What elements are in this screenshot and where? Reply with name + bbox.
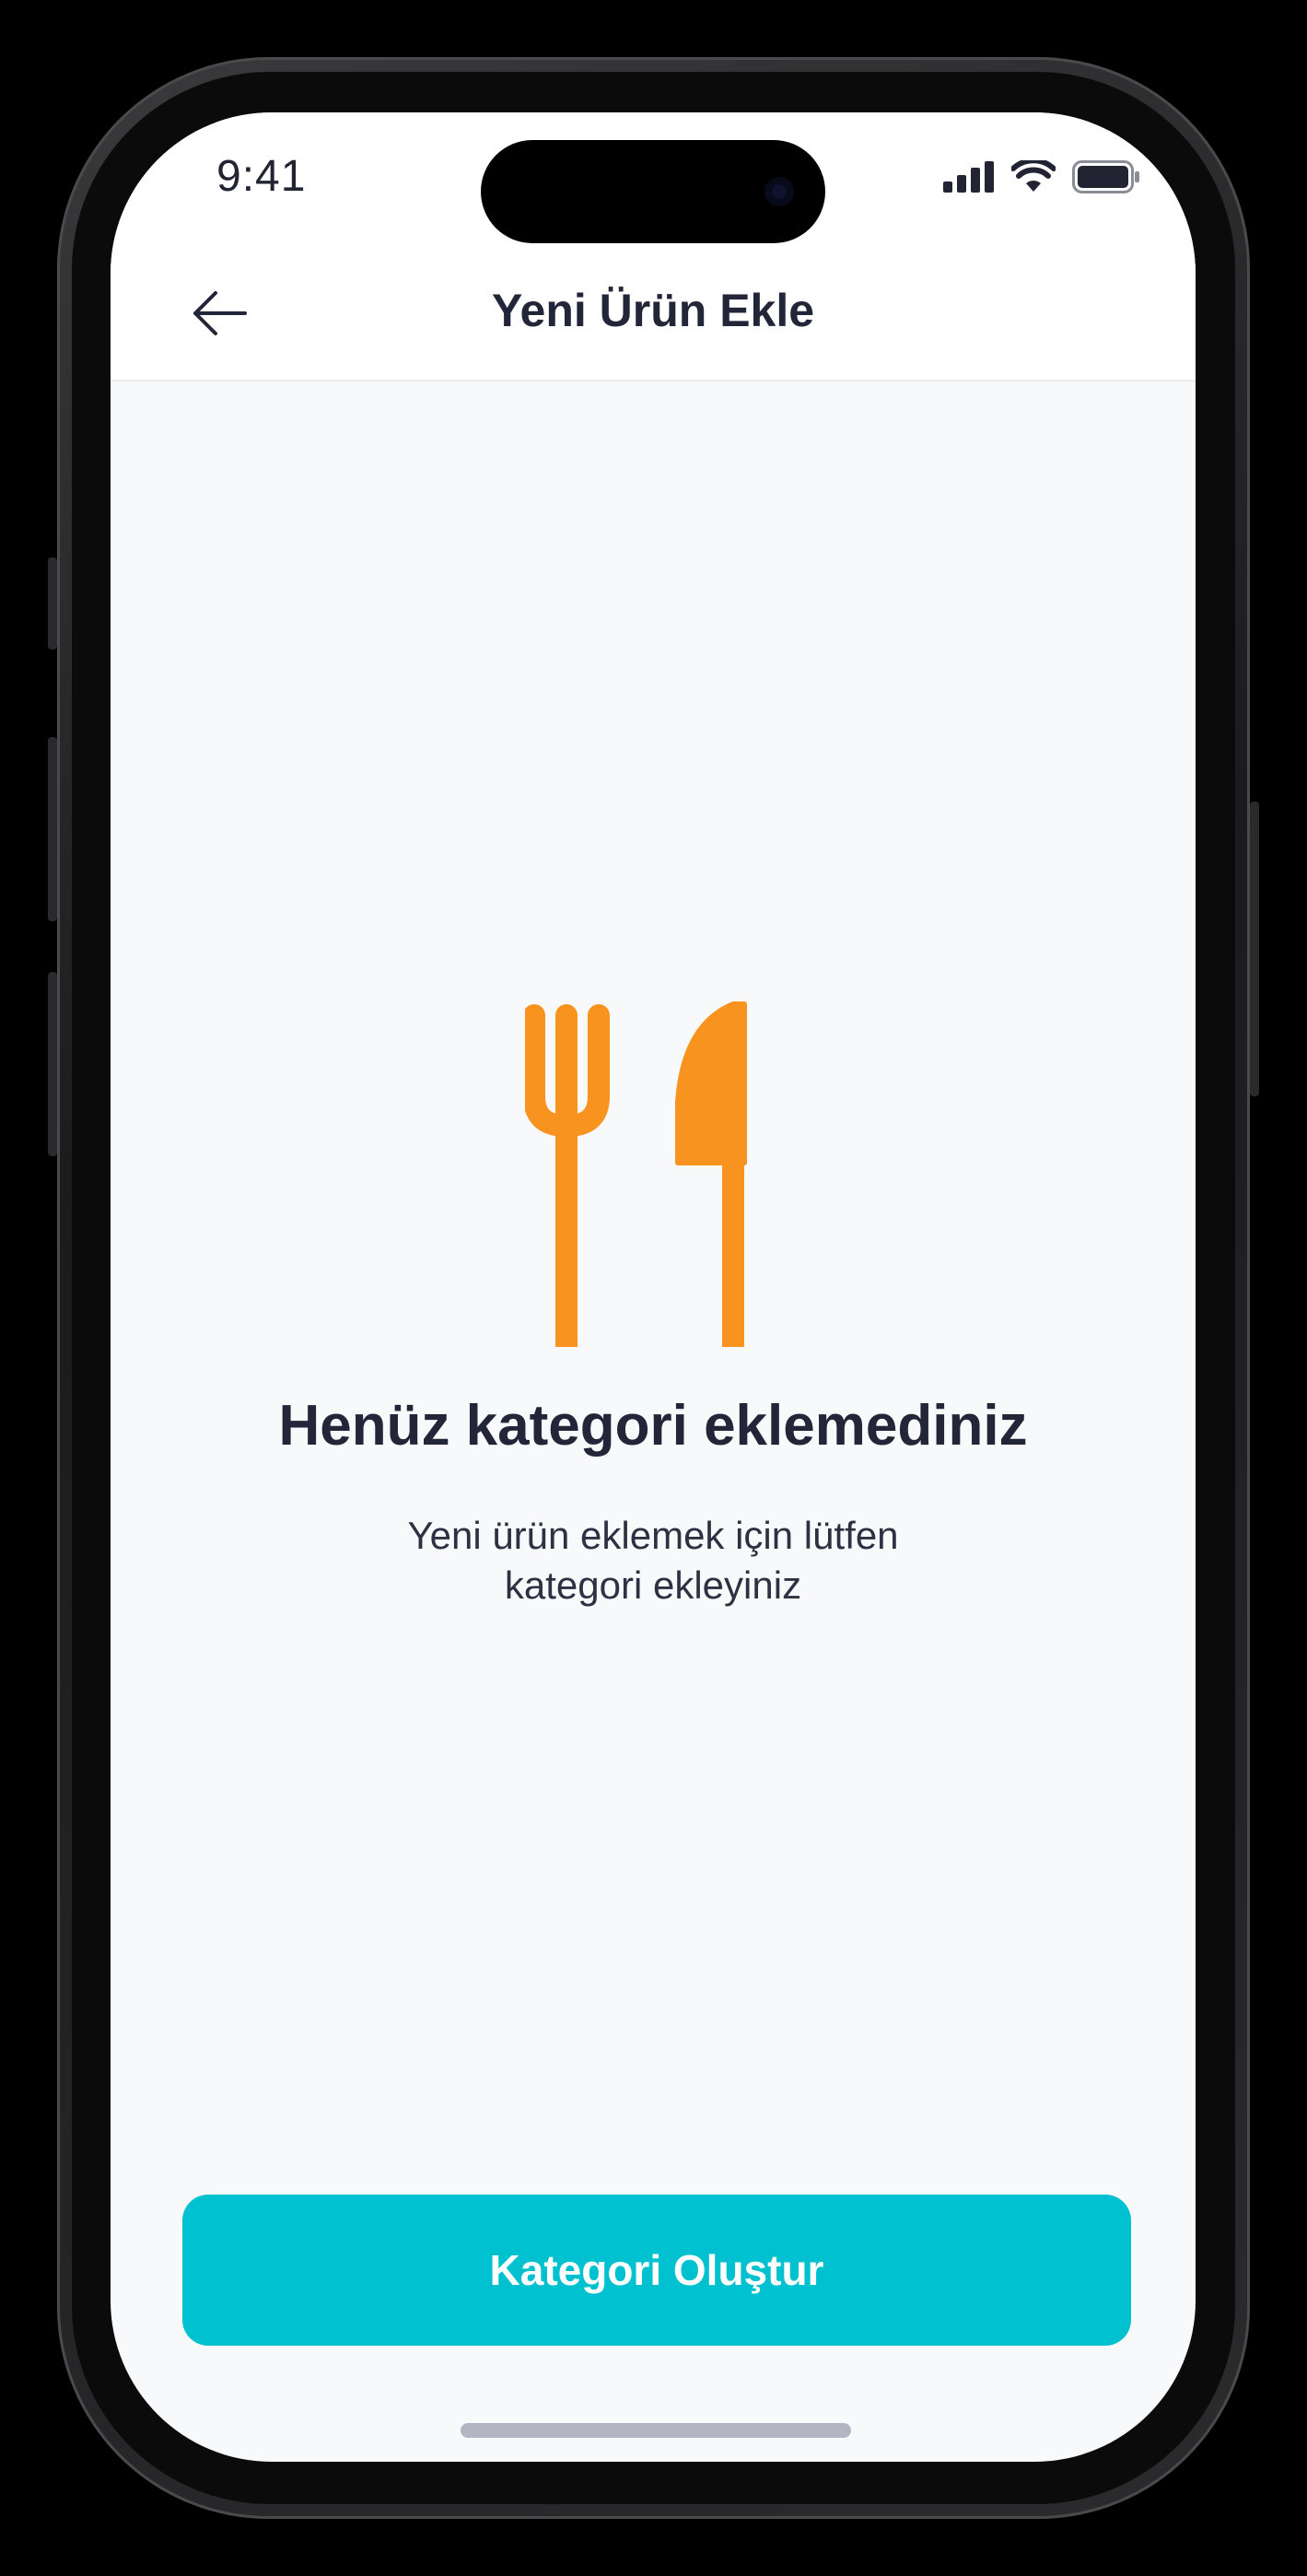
fork-knife-icon	[525, 1001, 747, 1347]
camera-icon	[764, 177, 794, 206]
top-bar: 9:41 Yeni Ürün Ekle	[111, 112, 1196, 381]
home-indicator	[461, 2423, 851, 2438]
action-button	[48, 557, 57, 650]
empty-state-subtitle-line-1: Yeni ürün eklemek için lütfen	[407, 1514, 899, 1557]
empty-state-subtitle-line-2: kategori ekleyiniz	[504, 1563, 802, 1607]
cellular-signal-icon	[943, 161, 994, 193]
wifi-icon	[1011, 160, 1056, 192]
battery-icon	[1072, 160, 1139, 193]
volume-up-button	[48, 737, 57, 921]
volume-down-button	[48, 972, 57, 1156]
power-button	[1250, 802, 1259, 1096]
status-icons	[943, 160, 1140, 193]
phone-screen: 9:41 Yeni Ürün Ekle Henüz kategori eklem…	[111, 112, 1196, 2462]
empty-state-subtitle: Yeni ürün eklemek için lütfen kategori e…	[331, 1511, 975, 1610]
page-title: Yeni Ürün Ekle	[491, 285, 815, 336]
status-time: 9:41	[216, 152, 307, 201]
create-category-button[interactable]: Kategori Oluştur	[182, 2195, 1131, 2346]
dynamic-island	[481, 140, 825, 243]
empty-state-title: Henüz kategori eklemediniz	[278, 1394, 1028, 1458]
